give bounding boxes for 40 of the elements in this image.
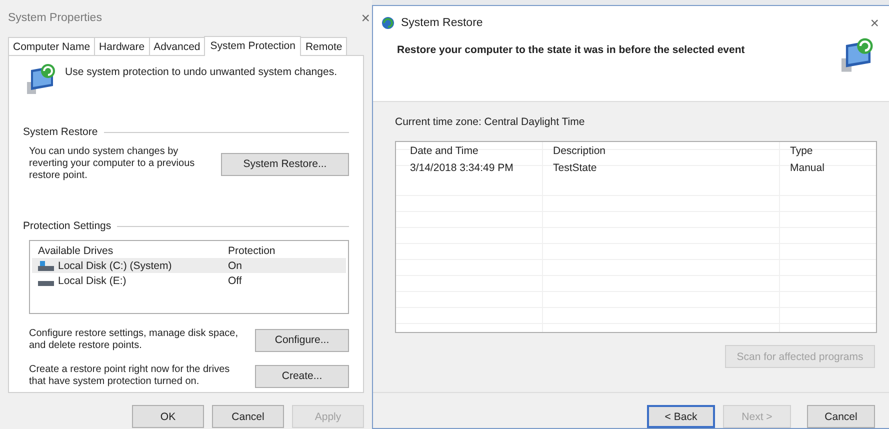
wizard-button[interactable]: < Back	[647, 405, 715, 428]
system-restore-button[interactable]: System Restore...	[221, 152, 349, 176]
table-cell: 3/14/2018 3:34:49 PM	[400, 159, 543, 176]
heading: Restore your computer to the state it was in before the selected event	[397, 44, 745, 58]
close-button[interactable]: ×	[361, 10, 372, 26]
close-button[interactable]: ×	[870, 14, 879, 32]
group-title: Protection Settings	[23, 220, 112, 232]
group-title: System Restore	[23, 126, 98, 138]
description-text: You can undo system changes by reverting your computer to a previous restore point.	[29, 146, 196, 182]
drive-icon	[38, 260, 54, 270]
window-title: System Properties	[8, 12, 103, 24]
tab[interactable]: System Protection	[204, 36, 302, 56]
protection-status: On	[228, 260, 242, 272]
intro-text: Use system protection to undo unwanted system changes.	[65, 66, 337, 78]
action-button[interactable]: Create...	[255, 364, 349, 388]
tab[interactable]: Computer Name	[8, 37, 96, 56]
column-header[interactable]: Date and Time	[400, 142, 543, 159]
description-text: Configure restore settings, manage disk space, and delete restore points.	[29, 328, 239, 352]
window-title: System Restore	[401, 17, 484, 29]
action-button[interactable]: Configure...	[255, 328, 349, 352]
drive-row[interactable]: Local Disk (C:) (System) On	[32, 258, 346, 273]
drive-row[interactable]: Local Disk (E:) Off	[32, 273, 346, 288]
tab[interactable]: Hardware	[94, 37, 150, 56]
table-cell-text: Manual	[789, 160, 826, 176]
description-text: Create a restore point right now for the drives that have system protection turned on.	[29, 364, 231, 388]
timezone-text: Current time zone: Central Daylight Time	[395, 116, 586, 128]
table-cell: TestState	[543, 159, 780, 176]
tab[interactable]: Advanced	[148, 37, 206, 56]
restore-icon	[381, 16, 395, 30]
column-header[interactable]: Description	[543, 142, 780, 159]
dialog-button[interactable]: Cancel	[212, 405, 284, 428]
column-header[interactable]: Type	[780, 142, 872, 159]
wizard-button[interactable]: Cancel	[807, 405, 875, 428]
drive-name: Local Disk (E:)	[58, 274, 126, 286]
column-header: Protection	[228, 244, 276, 256]
dialog-button[interactable]: OK	[132, 405, 204, 428]
column-header: Available Drives	[38, 244, 114, 256]
drive-name: Local Disk (C:) (System)	[58, 260, 172, 272]
tab[interactable]: Remote	[300, 37, 348, 56]
protection-status: Off	[228, 274, 242, 286]
